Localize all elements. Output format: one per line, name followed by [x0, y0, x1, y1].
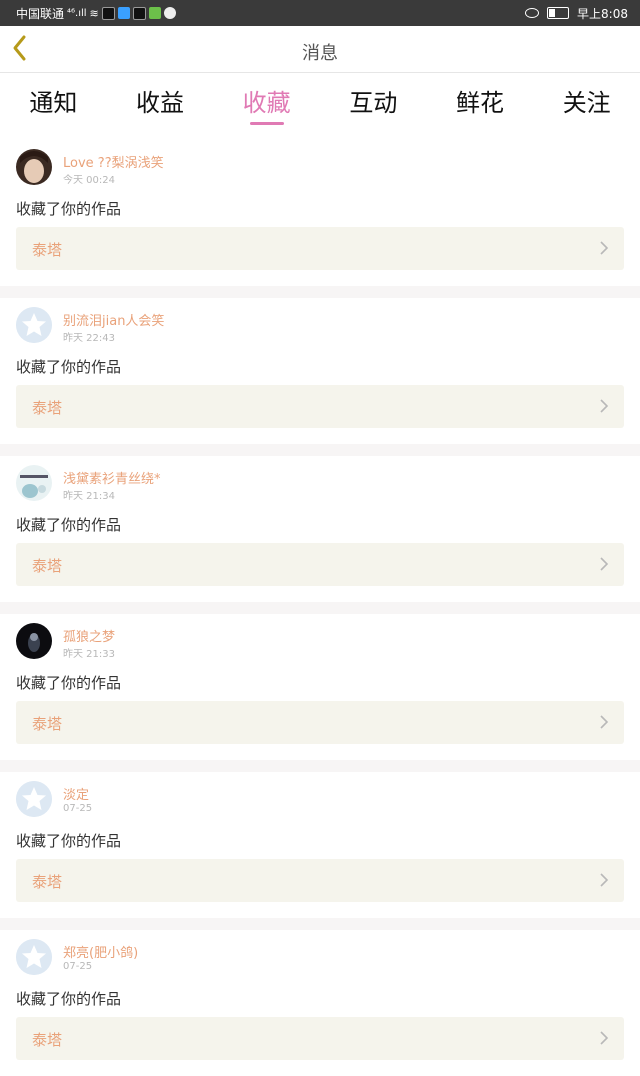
qq-app-icon — [132, 6, 146, 20]
divider — [0, 444, 640, 456]
chevron-right-icon — [600, 241, 609, 255]
list-item: 淡定 07-25 收藏了你的作品 泰塔 — [0, 772, 640, 918]
timestamp: 07-25 — [63, 803, 93, 814]
wifi-icon: ≋ — [89, 6, 99, 20]
username[interactable]: 别流泪jian人会笑 — [63, 310, 164, 329]
avatar[interactable] — [16, 307, 52, 343]
action-text: 收藏了你的作品 — [16, 832, 122, 850]
chevron-right-icon — [600, 557, 609, 571]
work-title: 泰塔 — [32, 241, 63, 259]
avatar[interactable] — [16, 781, 52, 817]
work-title: 泰塔 — [32, 1031, 63, 1049]
timestamp: 昨天 21:34 — [63, 491, 115, 502]
clock-time: 早上8:08 — [577, 6, 628, 21]
tiktok-app-icon — [101, 6, 115, 20]
divider — [0, 286, 640, 298]
avatar[interactable] — [16, 149, 52, 185]
tab-flowers[interactable]: 鲜花 — [427, 73, 534, 129]
divider — [0, 760, 640, 772]
username[interactable]: 孤狼之梦 — [63, 626, 115, 645]
work-link[interactable]: 泰塔 — [16, 1017, 624, 1060]
nav-bar: 消息 — [0, 26, 640, 73]
list-item: Love ??梨涡浅笑 今天 00:24 收藏了你的作品 泰塔 — [0, 140, 640, 286]
carrier-label: 中国联通 — [16, 6, 65, 21]
avatar[interactable] — [16, 939, 52, 975]
avatar[interactable] — [16, 465, 52, 501]
wechat-icon — [163, 7, 176, 19]
action-text: 收藏了你的作品 — [16, 358, 122, 376]
divider — [0, 918, 640, 930]
tab-interactions[interactable]: 互动 — [320, 73, 427, 129]
tab-favorites[interactable]: 收藏 — [213, 73, 320, 129]
tab-earnings[interactable]: 收益 — [107, 73, 214, 129]
timestamp: 昨天 21:33 — [63, 649, 115, 660]
work-link[interactable]: 泰塔 — [16, 543, 624, 586]
avatar[interactable] — [16, 623, 52, 659]
username[interactable]: 浅黛素衫青丝绕* — [63, 468, 161, 487]
action-text: 收藏了你的作品 — [16, 674, 122, 692]
work-title: 泰塔 — [32, 399, 63, 417]
active-tab-indicator — [249, 122, 284, 125]
username[interactable]: Love ??梨涡浅笑 — [63, 152, 164, 171]
work-title: 泰塔 — [32, 873, 63, 891]
chevron-right-icon — [600, 873, 609, 887]
message-tabs: 通知 收益 收藏 互动 鲜花 关注 — [0, 73, 640, 129]
app-download-icon — [148, 7, 161, 19]
list-item: 孤狼之梦 昨天 21:33 收藏了你的作品 泰塔 — [0, 614, 640, 760]
eye-comfort-icon — [525, 8, 540, 18]
work-title: 泰塔 — [32, 557, 63, 575]
work-title: 泰塔 — [32, 715, 63, 733]
page-title: 消息 — [302, 43, 338, 64]
tab-label: 收藏 — [242, 89, 291, 117]
battery-icon — [547, 7, 570, 19]
tab-label: 收益 — [136, 89, 184, 117]
list-item: 浅黛素衫青丝绕* 昨天 21:34 收藏了你的作品 泰塔 — [0, 456, 640, 602]
list-item: 郑亮(肥小鸽) 07-25 收藏了你的作品 泰塔 — [0, 930, 640, 1076]
status-bar: 中国联通 ⁴⁶.ıll ≋ 早上8:08 — [0, 0, 640, 26]
timestamp: 07-25 — [63, 961, 93, 972]
divider — [0, 602, 640, 614]
action-text: 收藏了你的作品 — [16, 990, 122, 1008]
tab-label: 互动 — [349, 89, 398, 117]
action-text: 收藏了你的作品 — [16, 200, 122, 218]
list-item: 别流泪jian人会笑 昨天 22:43 收藏了你的作品 泰塔 — [0, 298, 640, 444]
tab-label: 鲜花 — [456, 89, 505, 117]
tab-label: 通知 — [29, 89, 78, 117]
action-text: 收藏了你的作品 — [16, 516, 122, 534]
timestamp: 今天 00:24 — [63, 175, 115, 186]
work-link[interactable]: 泰塔 — [16, 227, 624, 270]
chevron-right-icon — [600, 715, 609, 729]
tab-notifications[interactable]: 通知 — [0, 73, 107, 129]
notification-list: Love ??梨涡浅笑 今天 00:24 收藏了你的作品 泰塔 别流泪jian人… — [0, 140, 640, 1076]
app-notification-icon — [117, 7, 130, 19]
work-link[interactable]: 泰塔 — [16, 859, 624, 902]
timestamp: 昨天 22:43 — [63, 333, 115, 344]
username[interactable]: 淡定 — [63, 784, 89, 803]
chevron-right-icon — [600, 399, 609, 413]
tab-label: 关注 — [562, 89, 611, 117]
chevron-right-icon — [600, 1031, 609, 1045]
signal-indicator: ⁴⁶.ıll — [67, 7, 87, 19]
work-link[interactable]: 泰塔 — [16, 701, 624, 744]
work-link[interactable]: 泰塔 — [16, 385, 624, 428]
username[interactable]: 郑亮(肥小鸽) — [63, 942, 138, 961]
tab-follows[interactable]: 关注 — [533, 73, 640, 129]
